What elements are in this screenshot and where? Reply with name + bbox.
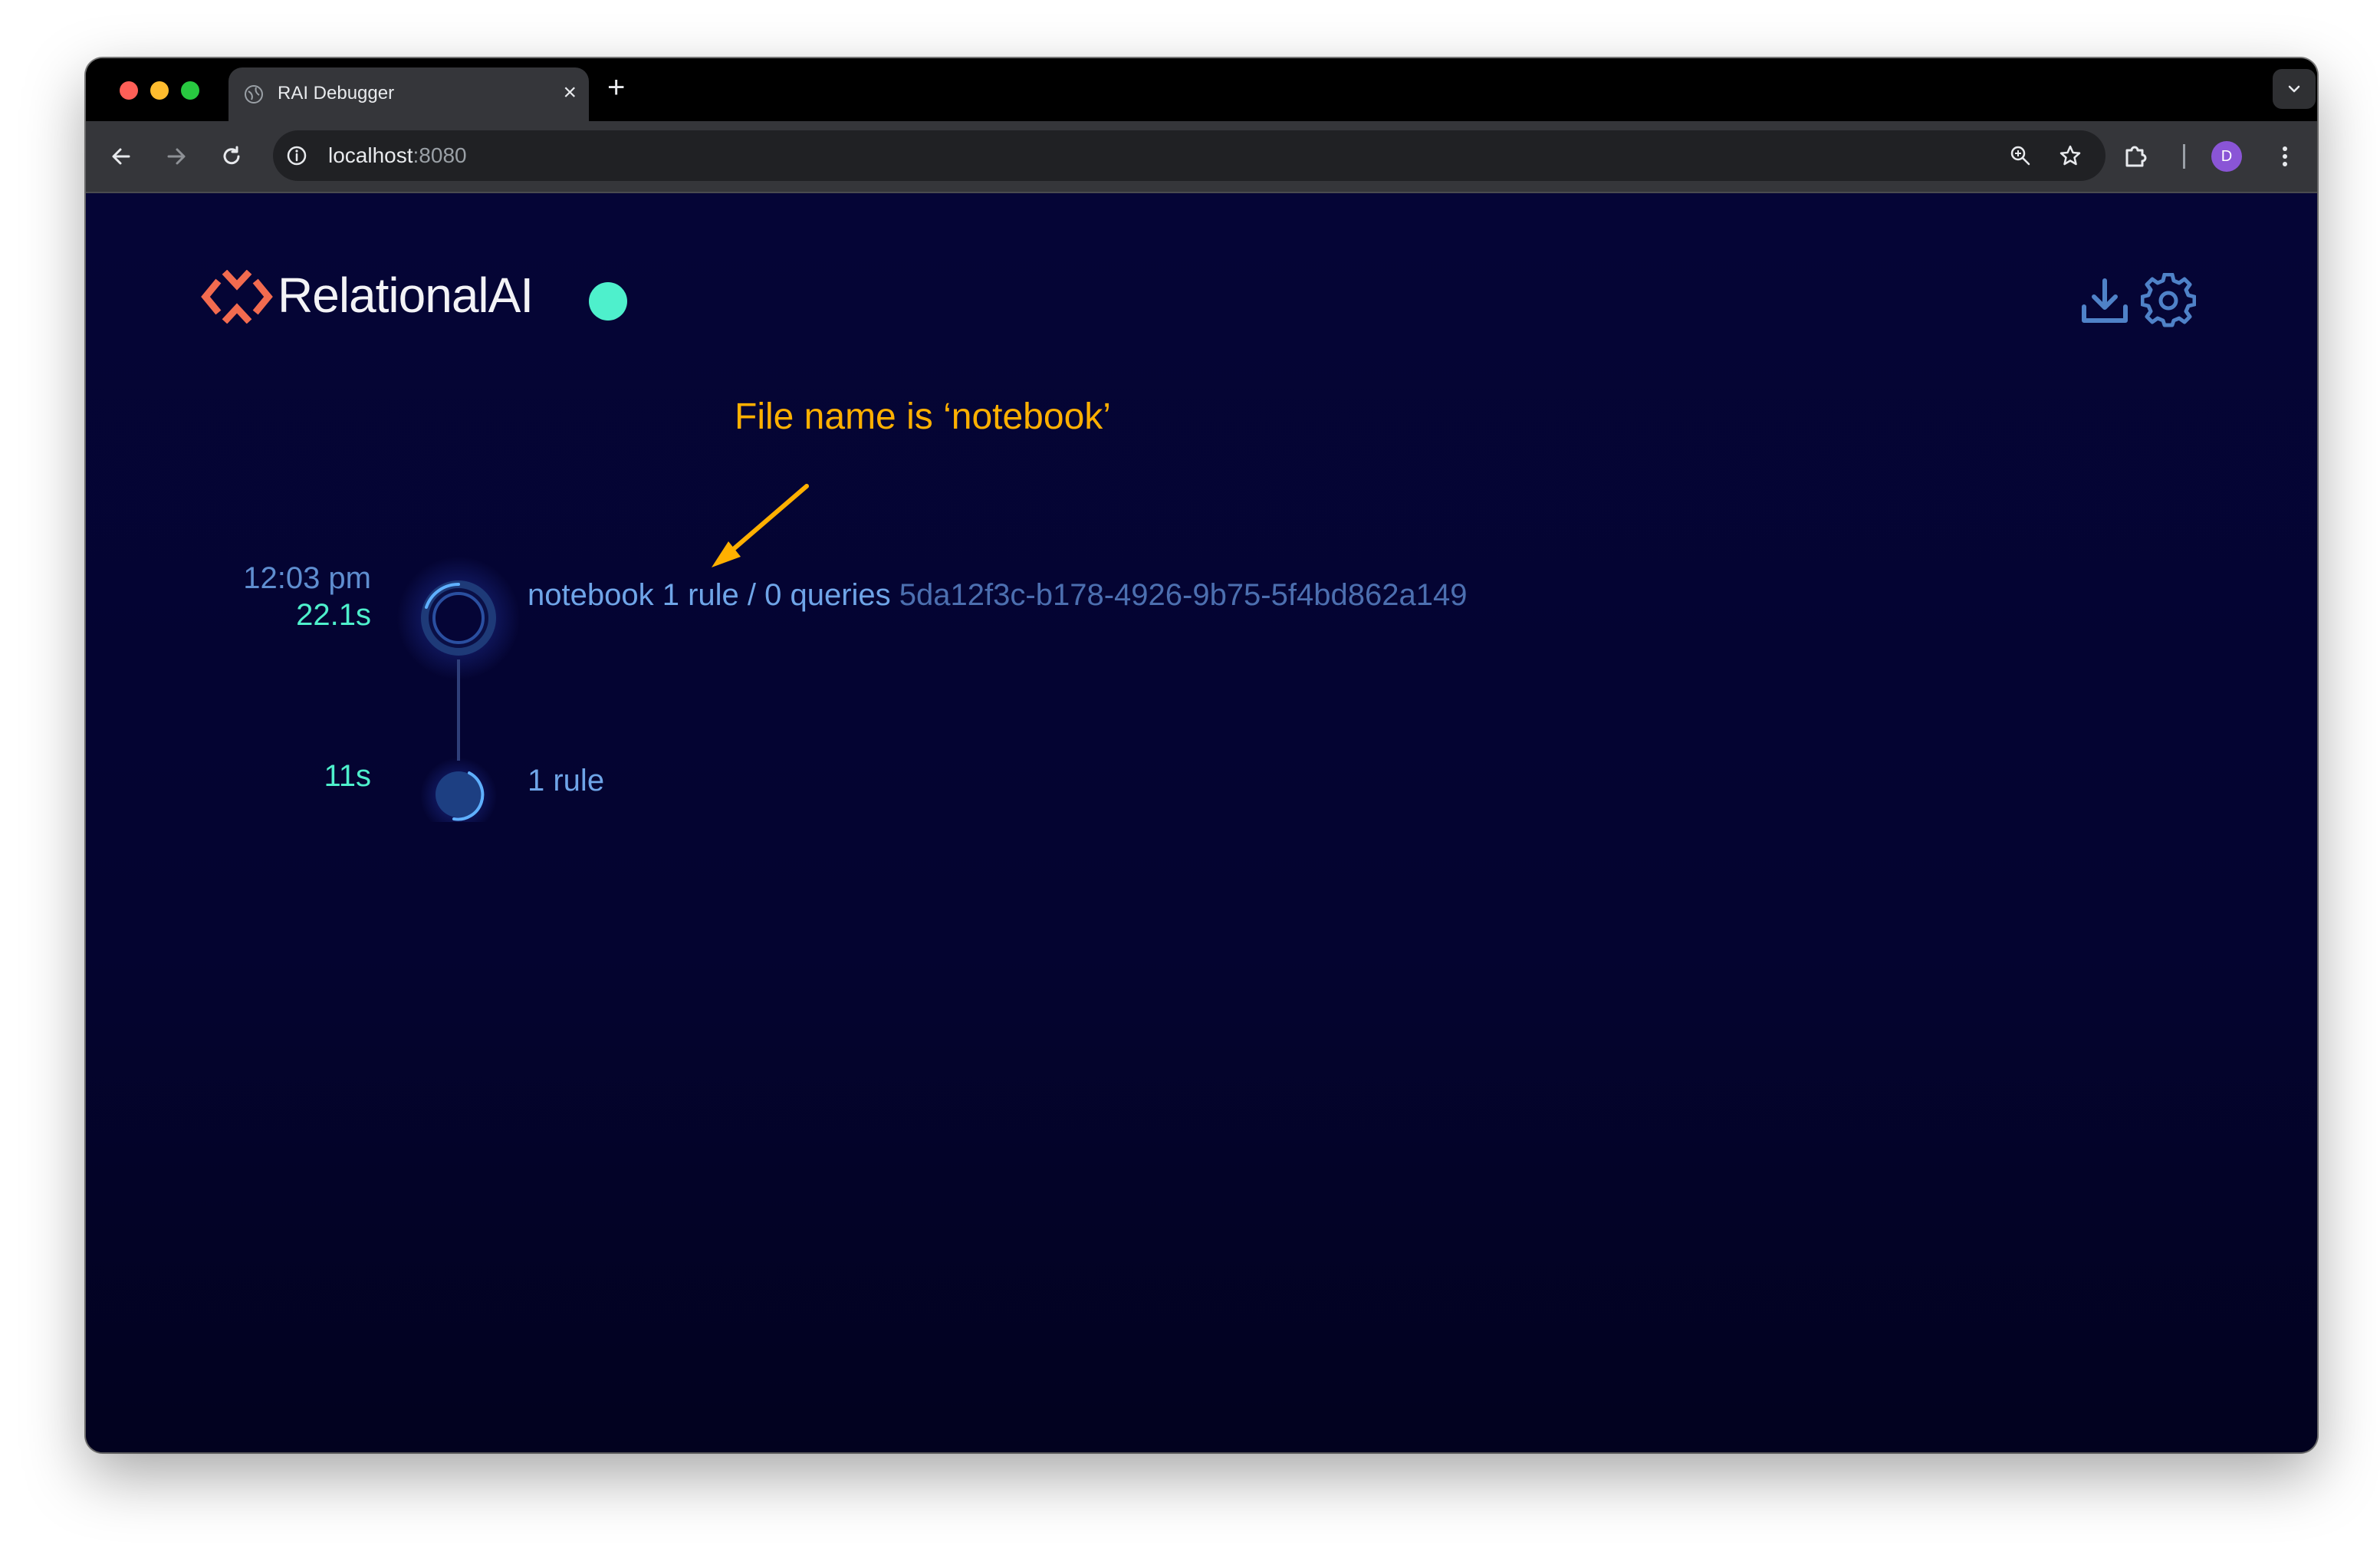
zoom-icon[interactable]: [2009, 144, 2032, 167]
maximize-window-button[interactable]: [181, 81, 199, 100]
tab-rai-debugger[interactable]: RAI Debugger ×: [228, 67, 589, 121]
toolbar-divider: [2183, 144, 2185, 169]
browser-toolbar: localhost:8080 D: [86, 121, 2317, 193]
download-icon[interactable]: [2079, 276, 2130, 327]
back-arrow-icon[interactable]: [106, 141, 136, 172]
tab-close-icon[interactable]: ×: [563, 81, 577, 104]
step-row[interactable]: 1 rule: [528, 764, 604, 798]
bookmark-star-icon[interactable]: [2058, 143, 2082, 168]
transaction-id: 5da12f3c-b178-4926-9b75-5f4bd862a149: [899, 578, 1468, 612]
brand-name: RelationalAI: [278, 268, 534, 323]
more-options-icon[interactable]: [2270, 141, 2300, 172]
site-info-icon[interactable]: [285, 144, 308, 167]
timeline-graphic: [397, 557, 520, 822]
url-port: :8080: [413, 143, 467, 167]
url-host: localhost: [328, 143, 413, 167]
browser-window: RAI Debugger × + localhost:8080 D Relati…: [86, 58, 2317, 1452]
step-label: 1 rule: [528, 764, 605, 797]
transaction-name: notebook: [528, 578, 654, 612]
settings-gear-icon[interactable]: [2141, 273, 2196, 328]
forward-arrow-icon[interactable]: [161, 141, 192, 172]
new-tab-button[interactable]: +: [607, 72, 625, 103]
connection-status-dot: [589, 282, 627, 321]
reload-icon[interactable]: [216, 141, 247, 172]
url-text[interactable]: localhost:8080: [328, 143, 467, 168]
globe-icon: [245, 85, 263, 104]
close-window-button[interactable]: [120, 81, 138, 100]
tab-strip: RAI Debugger × +: [86, 58, 2317, 121]
transaction-row[interactable]: notebook 1 rule / 0 queries 5da12f3c-b17…: [528, 578, 1467, 613]
step-duration: 11s: [324, 759, 371, 793]
profile-avatar[interactable]: D: [2211, 141, 2242, 172]
annotation-callout: File name is ‘notebook’: [735, 396, 1111, 437]
transaction-node[interactable]: [421, 580, 496, 656]
transaction-summary: 1 rule / 0 queries: [662, 578, 891, 612]
address-bar[interactable]: localhost:8080: [273, 130, 2106, 181]
tab-title: RAI Debugger: [278, 83, 395, 104]
relationalai-logo-icon: [201, 270, 273, 324]
transaction-time: 12:03 pm: [243, 561, 371, 595]
debugger-page: RelationalAI File name is ‘notebook’ 12:…: [86, 193, 2317, 1452]
tab-search-button[interactable]: [2273, 69, 2316, 109]
minimize-window-button[interactable]: [150, 81, 169, 100]
transaction-duration: 22.1s: [296, 598, 371, 632]
extensions-puzzle-icon[interactable]: [2121, 140, 2152, 170]
chevron-down-icon: [2288, 85, 2300, 93]
